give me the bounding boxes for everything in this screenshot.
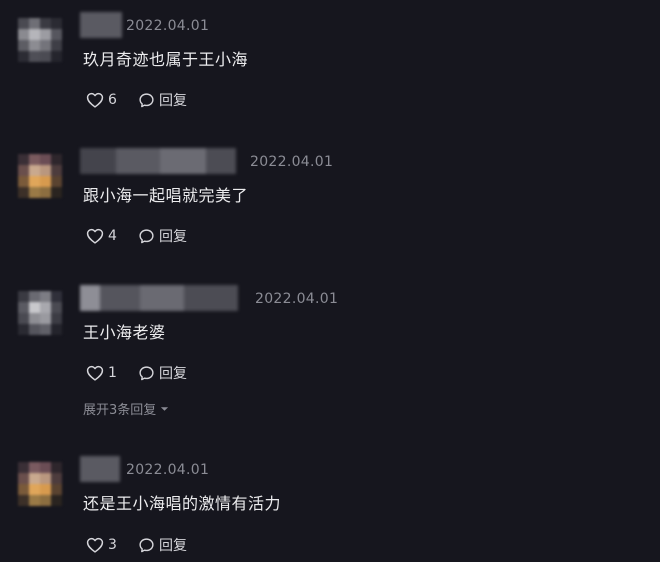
like-count: 6 (108, 92, 117, 108)
user-avatar[interactable] (18, 154, 62, 198)
chevron-down-icon (161, 406, 169, 411)
heart-outline-icon (86, 92, 104, 108)
like-count: 4 (108, 228, 117, 244)
reply-button[interactable]: 回复 (138, 535, 187, 555)
heart-outline-icon (86, 365, 104, 381)
speech-bubble-icon (139, 365, 154, 380)
reply-label: 回复 (159, 366, 187, 382)
comment-item: 2022.04.01 还是王小海唱的激情有活力 3 回复 (0, 456, 660, 562)
comment-actions: 6 回复 (86, 90, 187, 110)
comment-text: 还是王小海唱的激情有活力 (83, 494, 282, 513)
reply-button[interactable]: 回复 (138, 363, 187, 383)
like-button[interactable]: 6 (86, 92, 122, 108)
heart-outline-icon (86, 537, 104, 553)
heart-outline-icon (86, 228, 104, 244)
comment-text: 王小海老婆 (83, 323, 166, 342)
speech-bubble-icon (139, 537, 154, 552)
comment-timestamp: 2022.04.01 (255, 291, 339, 307)
reply-label: 回复 (159, 93, 187, 109)
comment-text: 玖月奇迹也属于王小海 (83, 50, 249, 69)
comment-item: 2022.04.01 跟小海一起唱就完美了 4 回复 (0, 148, 660, 264)
comment-actions: 4 回复 (86, 226, 187, 246)
comment-actions: 1 回复 (86, 363, 187, 383)
speech-bubble-icon (139, 228, 154, 243)
comment-actions: 3 回复 (86, 535, 187, 555)
reply-button[interactable]: 回复 (138, 226, 187, 246)
user-avatar[interactable] (18, 18, 62, 62)
comment-item: 2022.04.01 玖月奇迹也属于王小海 6 回复 (0, 12, 660, 128)
like-button[interactable]: 1 (86, 365, 122, 381)
like-button[interactable]: 3 (86, 537, 122, 553)
comment-timestamp: 2022.04.01 (126, 462, 210, 478)
expand-replies-label: 展开3条回复 (83, 403, 157, 418)
user-avatar[interactable] (18, 462, 62, 506)
comment-text: 跟小海一起唱就完美了 (83, 186, 249, 205)
speech-bubble-icon (139, 92, 154, 107)
like-count: 1 (108, 365, 117, 381)
reply-label: 回复 (159, 229, 187, 245)
reply-button[interactable]: 回复 (138, 90, 187, 110)
like-button[interactable]: 4 (86, 228, 122, 244)
comment-timestamp: 2022.04.01 (126, 18, 210, 34)
comment-timestamp: 2022.04.01 (250, 154, 334, 170)
reply-label: 回复 (159, 538, 187, 554)
comment-item: 2022.04.01 王小海老婆 1 回复 展开3条回复 (0, 285, 660, 431)
user-avatar[interactable] (18, 291, 62, 335)
like-count: 3 (108, 537, 117, 553)
expand-replies-button[interactable]: 展开3条回复 (83, 399, 169, 418)
